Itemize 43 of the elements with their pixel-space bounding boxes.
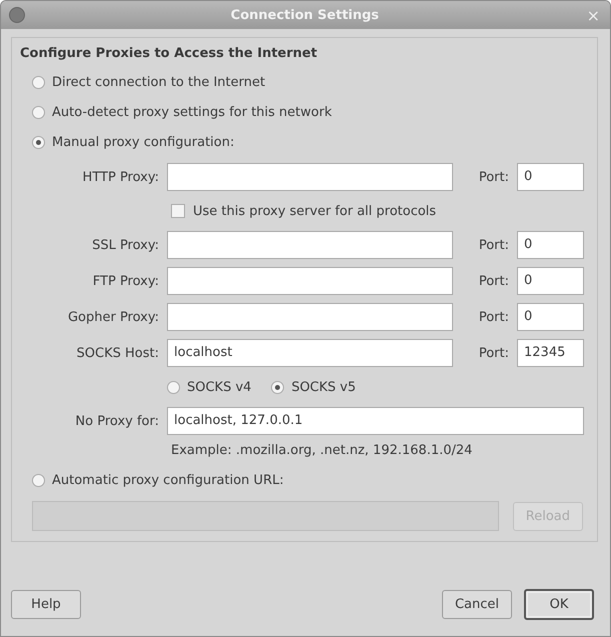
field-label: HTTP Proxy: xyxy=(82,170,159,184)
radio-button[interactable] xyxy=(32,106,45,118)
no-proxy-field[interactable]: localhost, 127.0.0.1 xyxy=(167,407,584,435)
host-field[interactable] xyxy=(167,163,453,191)
port-label: Port: xyxy=(478,346,509,360)
field-label: FTP Proxy: xyxy=(92,274,159,288)
radio-label[interactable]: Direct connection to the Internet xyxy=(52,74,266,90)
radio-button[interactable] xyxy=(32,76,45,88)
example-text: Example: .mozilla.org, .net.nz, 192.168.1.0/24 xyxy=(170,443,474,460)
port-field[interactable]: 12345 xyxy=(517,339,584,367)
host-field[interactable] xyxy=(167,303,453,331)
radio-button[interactable] xyxy=(32,474,45,486)
radio-label[interactable]: SOCKS v5 xyxy=(291,380,356,394)
host-field[interactable]: localhost xyxy=(167,339,453,367)
port-label: Port: xyxy=(478,274,509,288)
dialog-button[interactable]: OK xyxy=(524,589,594,620)
dialog-button[interactable]: Help xyxy=(11,590,81,619)
radio-label[interactable]: Auto-detect proxy settings for this network xyxy=(52,104,332,120)
window-icon xyxy=(9,7,25,23)
port-field[interactable]: 0 xyxy=(517,163,584,191)
port-field[interactable]: 0 xyxy=(517,231,584,259)
field-label: Gopher Proxy: xyxy=(66,310,159,324)
host-field[interactable] xyxy=(167,267,453,295)
port-field[interactable]: 0 xyxy=(517,267,584,295)
field-label: No Proxy for: xyxy=(74,414,159,428)
radio-label[interactable]: Manual proxy configuration: xyxy=(52,134,234,150)
window-title: Connection Settings xyxy=(230,8,380,22)
port-field[interactable]: 0 xyxy=(517,303,584,331)
field-label: SSL Proxy: xyxy=(91,238,159,252)
field-label: SOCKS Host: xyxy=(76,346,159,360)
host-field[interactable] xyxy=(167,231,453,259)
radio-button[interactable] xyxy=(32,136,45,148)
port-label: Port: xyxy=(478,238,509,252)
port-label: Port: xyxy=(478,170,509,184)
port-label: Port: xyxy=(478,310,509,324)
checkbox-label[interactable]: Use this proxy server for all protocols xyxy=(193,204,436,218)
dialog-button[interactable]: Cancel xyxy=(442,590,512,619)
checkbox[interactable] xyxy=(171,204,185,218)
radio-button[interactable] xyxy=(271,380,284,394)
radio-label[interactable]: Automatic proxy configuration URL: xyxy=(52,472,284,488)
group-title: Configure Proxies to Access the Internet xyxy=(20,46,318,61)
radio-button[interactable] xyxy=(167,380,180,394)
radio-label[interactable]: SOCKS v4 xyxy=(187,380,252,394)
